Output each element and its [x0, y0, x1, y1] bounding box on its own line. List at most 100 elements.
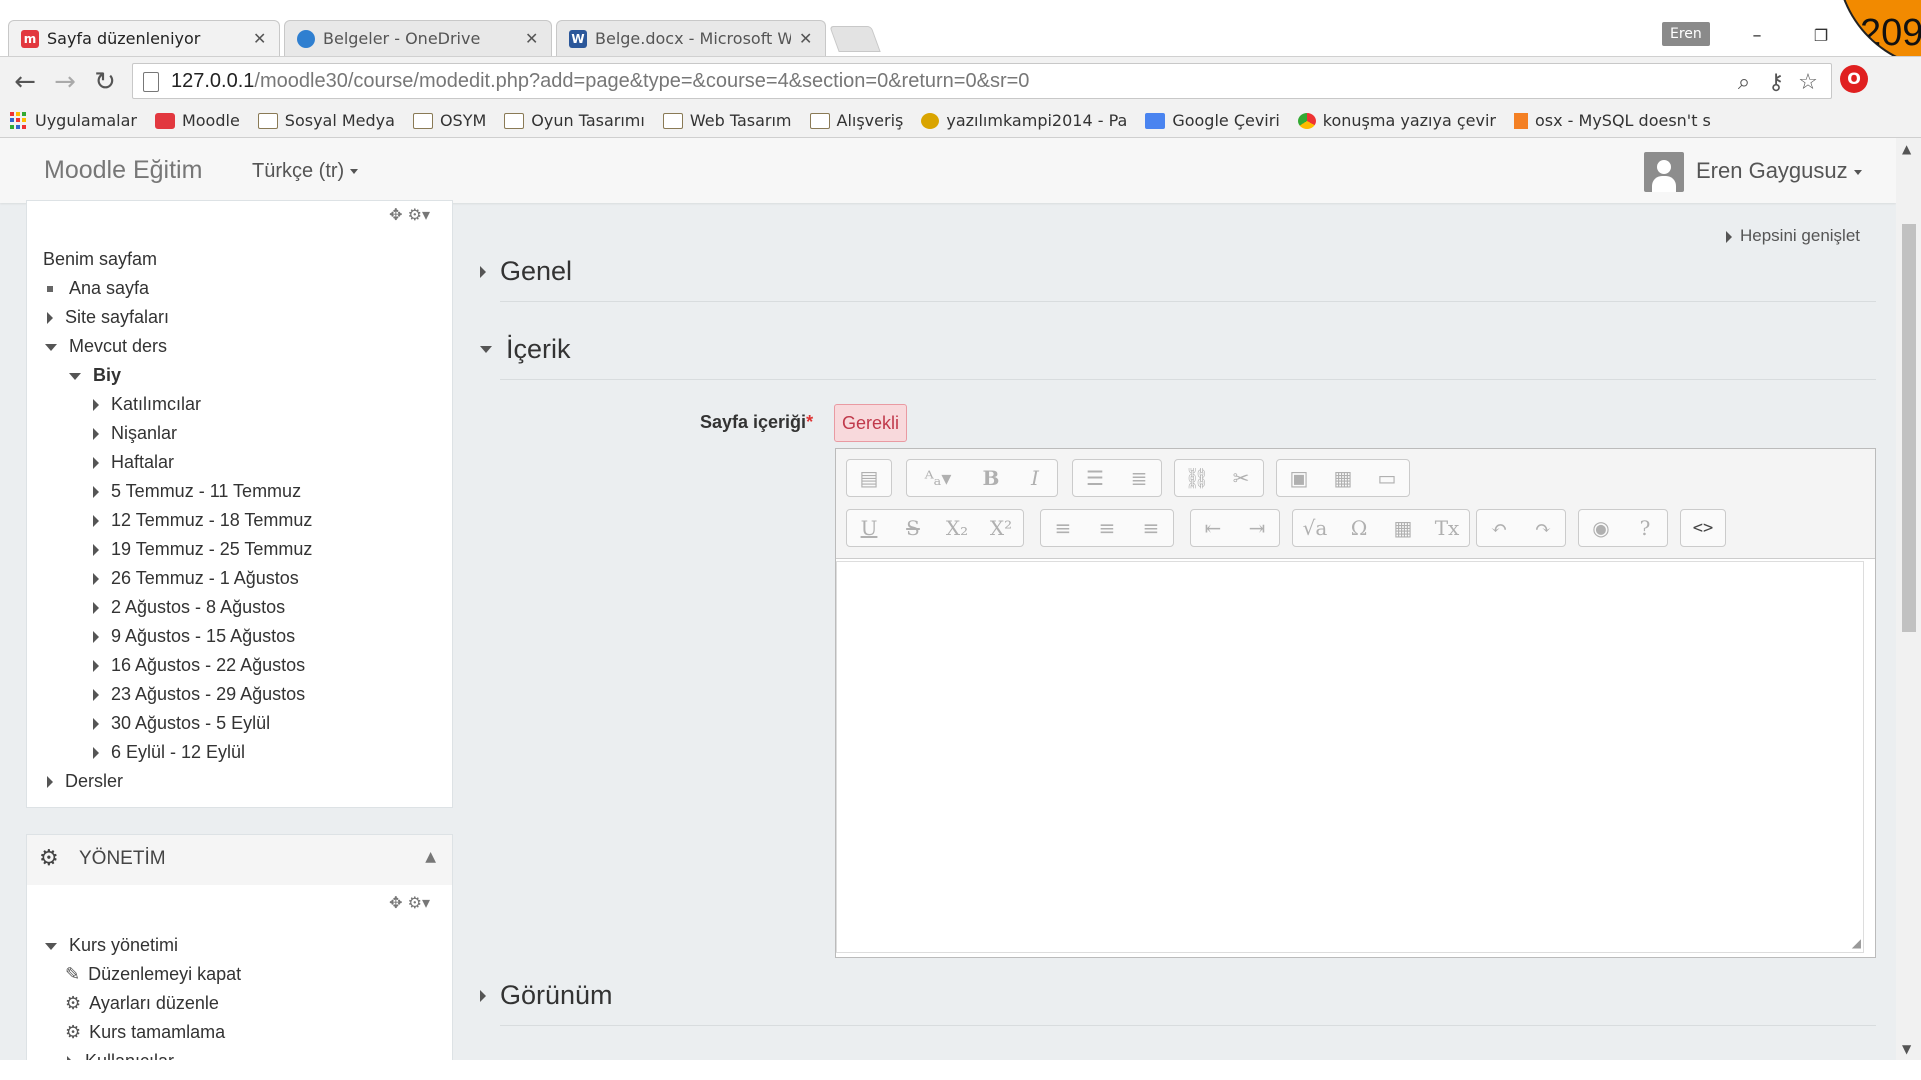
admin-item-kurs-tamamlama[interactable]: ⚙ Kurs tamamlama [65, 1022, 225, 1043]
admin-item-kullanicilar[interactable]: Kullanıcılar [67, 1051, 174, 1060]
move-icon[interactable]: ✥ [389, 893, 402, 912]
forward-arrow-icon[interactable]: → [50, 67, 80, 97]
restore-icon[interactable]: ❐ [1806, 24, 1836, 48]
bold-icon[interactable]: B [969, 460, 1013, 496]
admin-header[interactable]: ⚙ YÖNETİM ▲ [27, 835, 452, 885]
bookmark-folder-oyun-tasarimi[interactable]: Oyun Tasarımı [504, 111, 645, 130]
subscript-icon[interactable]: X₂ [935, 510, 979, 546]
nav-item-haftalar[interactable]: Haftalar [93, 452, 174, 473]
italic-icon[interactable]: I [1013, 460, 1057, 496]
undo-icon[interactable]: ↶ [1477, 510, 1521, 546]
nav-item-week-2[interactable]: 12 Temmuz - 18 Temmuz [93, 510, 312, 531]
nav-item-mevcut-ders[interactable]: Mevcut ders [45, 336, 167, 357]
nav-item-week-1[interactable]: 5 Temmuz - 11 Temmuz [93, 481, 301, 502]
tab-sayfa-duzenleniyor[interactable]: m Sayfa düzenleniyor ✕ [8, 20, 280, 56]
image-icon[interactable]: ▣ [1277, 460, 1321, 496]
ordered-list-icon[interactable]: ≣ [1117, 460, 1161, 496]
scroll-down-icon[interactable]: ▼ [1902, 1042, 1911, 1056]
close-icon[interactable]: ✕ [253, 29, 267, 48]
expand-all-link[interactable]: Hepsini genişlet [1726, 226, 1860, 246]
back-arrow-icon[interactable]: ← [10, 67, 40, 97]
tab-onedrive[interactable]: Belgeler - OneDrive ✕ [284, 20, 552, 56]
section-genel[interactable]: Genel [480, 256, 572, 287]
reload-icon[interactable]: ↻ [90, 67, 120, 97]
admin-item-kurs-yonetimi[interactable]: Kurs yönetimi [45, 935, 178, 956]
close-icon[interactable]: ✕ [799, 29, 813, 48]
unlink-icon[interactable]: ✂ [1219, 460, 1263, 496]
redo-icon[interactable]: ↷ [1521, 510, 1565, 546]
nav-item-week-4[interactable]: 26 Temmuz - 1 Ağustos [93, 568, 299, 589]
bookmark-moodle[interactable]: Moodle [154, 111, 240, 130]
special-character-icon[interactable]: Ω [1337, 510, 1381, 546]
site-brand[interactable]: Moodle Eğitim [44, 156, 202, 185]
align-center-icon[interactable]: ≡ [1085, 510, 1129, 546]
bookmark-folder-alisveris[interactable]: Alışveriş [809, 111, 903, 130]
nav-item-week-7[interactable]: 16 Ağustos - 22 Ağustos [93, 655, 305, 676]
gear-icon[interactable]: ⚙▾ [408, 893, 430, 912]
outdent-icon[interactable]: ⇤ [1191, 510, 1235, 546]
nav-item-week-5[interactable]: 2 Ağustos - 8 Ağustos [93, 597, 285, 618]
table-icon[interactable]: ▦ [1381, 510, 1425, 546]
editor-content-area[interactable]: ◢ [836, 561, 1864, 953]
scrollbar-thumb[interactable] [1902, 224, 1916, 632]
unordered-list-icon[interactable]: ☰ [1073, 460, 1117, 496]
admin-item-ayarlari-duzenle[interactable]: ⚙ Ayarları düzenle [65, 993, 219, 1014]
scroll-up-icon[interactable]: ▲ [1902, 142, 1911, 156]
nav-item-ana-sayfa[interactable]: Ana sayfa [43, 278, 149, 299]
gear-icon[interactable]: ⚙▾ [408, 205, 430, 224]
resize-grip-icon[interactable]: ◢ [1852, 936, 1861, 950]
nav-item-week-10[interactable]: 6 Eylül - 12 Eylül [93, 742, 245, 763]
bookmark-stackoverflow[interactable]: osx - MySQL doesn't s [1513, 111, 1711, 130]
bookmark-folder-sosyal-medya[interactable]: Sosyal Medya [257, 111, 395, 130]
accessibility-checker-icon[interactable]: ◉ [1579, 510, 1623, 546]
nav-item-week-8[interactable]: 23 Ağustos - 29 Ağustos [93, 684, 305, 705]
media-icon[interactable]: ▦ [1321, 460, 1365, 496]
section-icerik[interactable]: İçerik [480, 334, 571, 365]
nav-item-benim-sayfam[interactable]: Benim sayfam [43, 249, 157, 270]
block-controls[interactable]: ✥ ⚙▾ [389, 205, 430, 224]
zoom-icon[interactable]: ⌕ [1731, 70, 1757, 95]
align-right-icon[interactable]: ≡ [1129, 510, 1173, 546]
address-bar[interactable]: 127.0.0.1/moodle30/course/modedit.php?ad… [132, 63, 1832, 99]
toolbar-toggle-icon[interactable]: ▤ [847, 460, 891, 496]
strikethrough-icon[interactable]: S [891, 510, 935, 546]
bookmark-konusma[interactable]: konuşma yazıya çevir [1297, 111, 1496, 130]
profile-badge[interactable]: Eren [1662, 22, 1710, 46]
move-icon[interactable]: ✥ [389, 205, 402, 224]
file-icon[interactable]: ▭ [1365, 460, 1409, 496]
page-scrollbar[interactable]: ▲ ▼ [1896, 138, 1921, 1060]
user-menu[interactable]: Eren Gaygusuz [1696, 158, 1862, 184]
nav-item-nisanlar[interactable]: Nişanlar [93, 423, 177, 444]
avatar[interactable] [1644, 152, 1684, 192]
block-controls[interactable]: ✥ ⚙▾ [389, 893, 430, 912]
nav-item-katilimcilar[interactable]: Katılımcılar [93, 394, 201, 415]
bookmark-apps[interactable]: Uygulamalar [10, 111, 137, 130]
underline-icon[interactable]: U [847, 510, 891, 546]
html-source-icon[interactable]: <> [1681, 510, 1725, 546]
nav-item-dersler[interactable]: Dersler [47, 771, 123, 792]
bookmark-folder-osym[interactable]: OSYM [412, 111, 486, 130]
language-menu[interactable]: Türkçe (tr) [252, 160, 359, 183]
link-icon[interactable]: ⛓ [1175, 460, 1219, 496]
nav-item-week-3[interactable]: 19 Temmuz - 25 Temmuz [93, 539, 312, 560]
nav-item-week-9[interactable]: 30 Ağustos - 5 Eylül [93, 713, 270, 734]
bookmark-folder-web-tasarim[interactable]: Web Tasarım [662, 111, 792, 130]
indent-icon[interactable]: ⇥ [1235, 510, 1279, 546]
align-left-icon[interactable]: ≡ [1041, 510, 1085, 546]
screenreader-helper-icon[interactable]: ? [1623, 510, 1667, 546]
nav-item-site-sayfalari[interactable]: Site sayfaları [47, 307, 169, 328]
bookmark-google-ceviri[interactable]: Google Çeviri [1145, 111, 1280, 130]
collapse-icon[interactable]: ▲ [425, 849, 436, 865]
admin-item-duzenlemeyi-kapat[interactable]: ✎ Düzenlemeyi kapat [65, 964, 241, 985]
extension-icon[interactable]: O [1840, 65, 1868, 93]
new-tab-button[interactable] [829, 26, 881, 52]
tab-word[interactable]: W Belge.docx - Microsoft Wo ✕ [556, 20, 826, 56]
close-icon[interactable]: ✕ [525, 29, 539, 48]
clear-formatting-icon[interactable]: Tx [1425, 510, 1469, 546]
nav-item-biy[interactable]: Biy [69, 365, 121, 386]
nav-item-week-6[interactable]: 9 Ağustos - 15 Ağustos [93, 626, 295, 647]
superscript-icon[interactable]: X² [979, 510, 1023, 546]
text-style-icon[interactable]: ᴬₐ▾ [907, 460, 969, 496]
bookmark-yazilimkampi[interactable]: yazılımkampi2014 - Pa [921, 111, 1127, 130]
minimize-icon[interactable]: – [1742, 24, 1772, 48]
